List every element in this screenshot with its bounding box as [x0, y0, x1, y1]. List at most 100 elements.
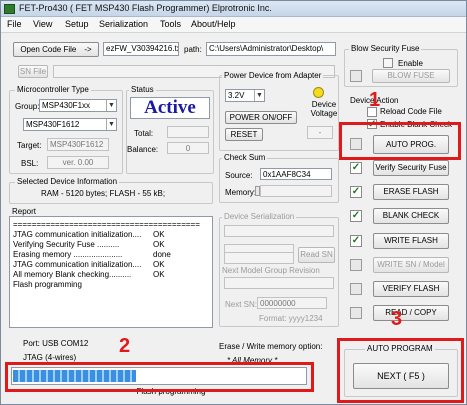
- report-line: Flash programming: [13, 280, 209, 290]
- report-line-status: OK: [153, 270, 165, 279]
- blow-fuse-title: Blow Security Fuse: [349, 44, 422, 53]
- menu-bar: File View Setup Serialization Tools Abou…: [1, 17, 466, 33]
- code-filename-field[interactable]: ezFW_V30394216.tx: [103, 42, 179, 56]
- memory-label: Memory:: [225, 188, 257, 197]
- microcontroller-group-title: Microcontroller Type: [15, 85, 91, 94]
- memory-checksum-field: [260, 185, 332, 197]
- menu-serialization[interactable]: Serialization: [97, 19, 150, 29]
- balance-field: 0: [167, 142, 209, 154]
- path-label: path:: [184, 45, 202, 54]
- title-bar: FET-Pro430 ( FET MSP430 Flash Programmer…: [1, 1, 466, 17]
- target-label: Target:: [17, 141, 42, 150]
- chevron-down-icon[interactable]: ▼: [254, 90, 264, 101]
- voltage-select-value: 3.2V: [228, 91, 245, 100]
- write-flash-button[interactable]: WRITE FLASH: [373, 233, 449, 249]
- read-copy-status-box: [350, 307, 362, 319]
- device-select-value: MSP430F1612: [26, 120, 80, 129]
- report-line: Verifying Security Fuse .......... OK: [13, 240, 209, 250]
- group-select[interactable]: MSP430F1xx ▼: [39, 99, 117, 112]
- highlight-box-auto-prog: [339, 122, 461, 160]
- app-window: FET-Pro430 ( FET MSP430 Flash Programmer…: [0, 0, 467, 405]
- report-line-status: OK: [153, 240, 165, 249]
- menu-file[interactable]: File: [5, 19, 24, 29]
- report-line: All memory Blank checking.......... OK: [13, 270, 209, 280]
- blank-check-button[interactable]: BLANK CHECK: [373, 208, 449, 224]
- power-group-title: Power Device from Adapter: [222, 71, 324, 80]
- erase-flash-checkbox[interactable]: ✓: [350, 186, 362, 198]
- report-line-text: All memory Blank checking..........: [13, 270, 132, 279]
- checksum-title: Check Sum: [222, 153, 268, 162]
- open-code-file-label: Open Code File: [20, 44, 77, 54]
- voltage-led-icon: [313, 87, 324, 98]
- next-model-field: [224, 277, 334, 289]
- write-flash-checkbox[interactable]: ✓: [350, 235, 362, 247]
- report-line-text: Verifying Security Fuse ..........: [13, 240, 120, 249]
- app-icon: [4, 4, 15, 14]
- verify-flash-status-box: [350, 283, 362, 295]
- highlight-box-next: [337, 338, 464, 403]
- target-field: MSP430F1612: [47, 138, 109, 151]
- chevron-down-icon[interactable]: ▼: [106, 119, 116, 130]
- write-sn-model-button[interactable]: WRITE SN / Model: [373, 257, 449, 273]
- total-field: [167, 126, 209, 138]
- port-label: Port: USB COM12: [23, 339, 89, 348]
- jtag-label: JTAG (4-wires): [23, 353, 77, 362]
- window-title: FET-Pro430 ( FET MSP430 Flash Programmer…: [19, 3, 272, 13]
- memory-checksum-checkbox[interactable]: [255, 186, 260, 196]
- report-line-text: JTAG communication initialization....: [13, 260, 142, 269]
- erase-option-label: Erase / Write memory option:: [219, 342, 323, 351]
- report-box: ========================================…: [9, 216, 213, 328]
- write-sn-status-box: [350, 259, 362, 271]
- annotation-number-1: 1: [369, 89, 381, 111]
- arrow-label: ->: [84, 44, 92, 54]
- erase-flash-button[interactable]: ERASE FLASH: [373, 184, 449, 200]
- path-field[interactable]: C:\Users\Administrator\Desktop\: [206, 42, 336, 56]
- bsl-label: BSL:: [21, 159, 39, 168]
- menu-view[interactable]: View: [31, 19, 54, 29]
- total-label: Total:: [134, 129, 154, 138]
- report-line: Erasing memory ...................... don…: [13, 250, 209, 260]
- chevron-down-icon[interactable]: ▼: [106, 100, 116, 111]
- sn-file-button[interactable]: SN File: [18, 65, 48, 78]
- serialization-field-3: [224, 252, 294, 264]
- report-line-status: OK: [153, 230, 165, 239]
- power-on-off-button[interactable]: POWER ON/OFF: [225, 111, 297, 124]
- report-line: ========================================: [13, 220, 209, 230]
- device-serialization-title: Device Serialization: [222, 212, 297, 221]
- selected-device-title: Selected Device Information: [15, 177, 120, 186]
- source-checksum-field: 0x1AAF8C34: [260, 168, 332, 180]
- format-label: Format: yyyy1234: [259, 314, 323, 323]
- verify-flash-button[interactable]: VERIFY FLASH: [373, 281, 449, 297]
- report-line-text: Flash programming: [13, 280, 82, 289]
- highlight-box-progress: [5, 362, 314, 392]
- read-copy-button[interactable]: READ / COPY: [373, 305, 449, 321]
- status-indicator: Active: [130, 97, 210, 119]
- menu-tools[interactable]: Tools: [158, 19, 183, 29]
- menu-setup[interactable]: Setup: [63, 19, 91, 29]
- reload-code-label: Reload Code File: [380, 107, 442, 116]
- balance-label: Balance:: [127, 145, 159, 154]
- bsl-field: ver. 0.00: [47, 156, 109, 169]
- group-label: Group:: [15, 102, 40, 111]
- reset-button[interactable]: RESET: [225, 128, 263, 141]
- serialization-field-1: [224, 225, 334, 237]
- menu-about-help[interactable]: About/Help: [189, 19, 238, 29]
- read-sn-button[interactable]: Read SN: [298, 247, 335, 263]
- verify-security-fuse-button[interactable]: Verify Security Fuse: [373, 160, 449, 176]
- blow-fuse-button[interactable]: BLOW FUSE: [372, 69, 450, 83]
- next-sn-label: Next SN:: [225, 300, 258, 309]
- report-line-text: Erasing memory ......................: [13, 250, 123, 259]
- verify-fuse-checkbox[interactable]: ✓: [350, 162, 362, 174]
- enable-fuse-checkbox[interactable]: [383, 58, 393, 68]
- voltage-readout: -: [307, 126, 333, 139]
- report-title: Report: [12, 207, 37, 216]
- open-code-file-button[interactable]: Open Code File ->: [13, 42, 99, 57]
- report-line-status: done: [153, 250, 171, 259]
- device-select[interactable]: MSP430F1612 ▼: [23, 118, 117, 131]
- blow-fuse-status-box: [350, 70, 362, 82]
- selected-device-info: RAM - 5120 bytes; FLASH - 55 kB;: [41, 189, 166, 198]
- device-voltage-label: Device Voltage: [310, 100, 338, 118]
- voltage-select[interactable]: 3.2V ▼: [225, 89, 265, 102]
- source-label: Source:: [225, 171, 253, 180]
- blank-check-checkbox[interactable]: ✓: [350, 210, 362, 222]
